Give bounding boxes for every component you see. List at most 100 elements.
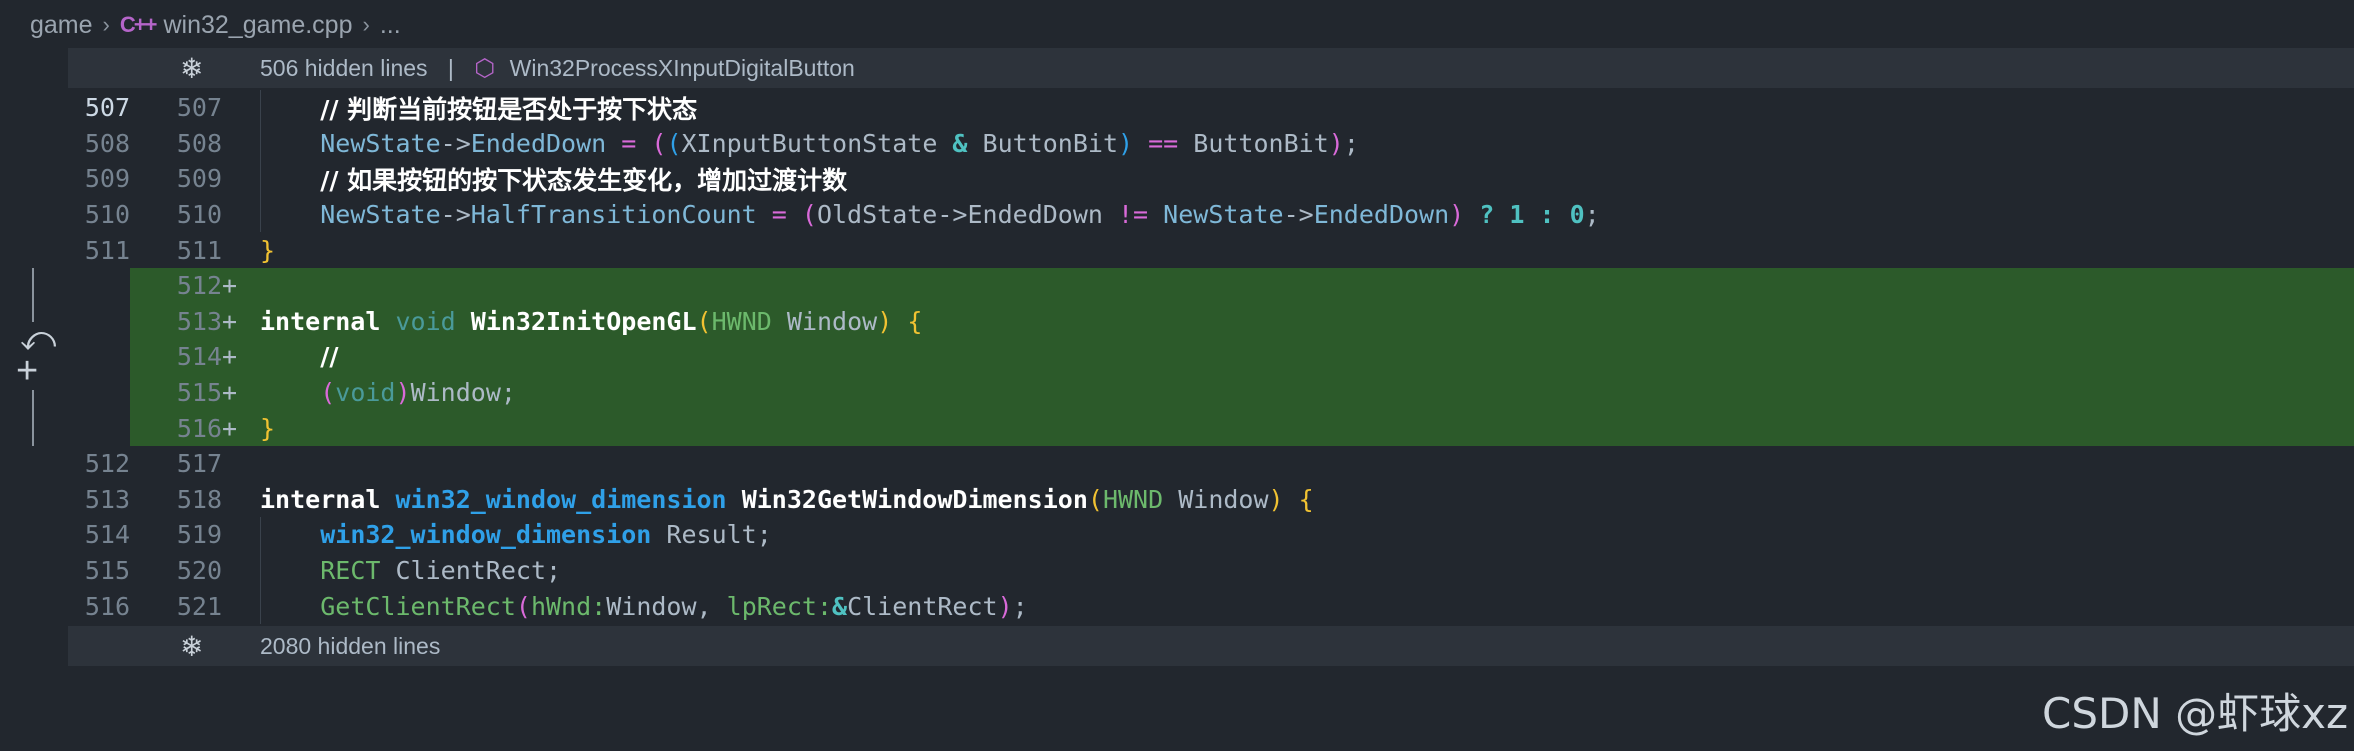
stage-change-plus-icon[interactable]: + (16, 352, 39, 390)
chevron-right-icon: › (362, 12, 370, 37)
code-line[interactable]: 514 519 win32_window_dimension Result; (68, 517, 2354, 553)
identifier: ButtonBit (1193, 128, 1329, 158)
added-code-line[interactable]: 515 + (void)Window; (68, 374, 2354, 411)
old-line-number: 515 (84, 556, 130, 586)
operator: == (1133, 128, 1194, 158)
old-line-number: 512 (84, 449, 130, 479)
operator: != (1102, 200, 1164, 230)
paren: ) (1328, 128, 1344, 158)
code-line[interactable]: 516 521 GetClientRect(hWnd:Window, lpRec… (68, 588, 2354, 624)
code-line[interactable]: 513 518 internal win32_window_dimension … (68, 482, 2354, 518)
code-line[interactable]: 512 517 (68, 446, 2354, 482)
type: win32_window_dimension (320, 520, 652, 550)
added-code-line[interactable]: 514 + // (68, 339, 2354, 375)
comment: // (320, 342, 339, 372)
cpp-file-icon: C++ (119, 12, 158, 37)
identifier: XInputButtonState (681, 128, 938, 158)
old-line-number: 511 (84, 235, 130, 265)
operator: -> (440, 200, 471, 230)
keyword: internal (260, 306, 381, 336)
diff-marker: + (222, 342, 238, 372)
type: win32_window_dimension (395, 484, 727, 514)
inlay-hint: hWnd: (530, 591, 607, 621)
old-line-number (68, 339, 130, 375)
paren: ( (320, 378, 336, 408)
code-line[interactable]: 515 520 RECT ClientRect; (68, 552, 2354, 589)
identifier: NewState (320, 200, 441, 230)
type: HWND (711, 306, 772, 336)
hidden-lines-count: 506 hidden lines (260, 54, 428, 81)
chevron-right-icon: › (102, 12, 110, 37)
paren: ) (997, 591, 1013, 621)
paren: ( (666, 128, 682, 158)
punct: ; (1584, 200, 1600, 230)
inlay-hint: lpRect: (726, 591, 832, 621)
brace: { (907, 306, 923, 336)
added-code-line[interactable]: 512 + (68, 268, 2354, 304)
folded-region-top[interactable]: ❄ 506 hidden lines | ⬡ Win32ProcessXInpu… (68, 48, 2354, 88)
paren: ) (1268, 484, 1284, 514)
new-line-number: 515 (176, 378, 222, 408)
operator: -> (440, 128, 471, 158)
identifier: EndedDown (1313, 200, 1450, 230)
unfold-icon[interactable]: ❄ (180, 52, 203, 85)
code-line[interactable]: 510 510 NewState->HalfTransitionCount = … (68, 196, 2354, 233)
old-line-number (68, 268, 130, 304)
paren: ( (1087, 484, 1103, 514)
number: 1 (1509, 200, 1525, 230)
diff-marker: + (222, 306, 238, 336)
old-line-number: 509 (84, 164, 130, 194)
unfold-icon[interactable]: ❄ (180, 630, 203, 663)
function-name: Win32GetWindowDimension (741, 484, 1088, 514)
new-line-number: 516 (176, 413, 222, 443)
watermark: CSDN @虾球xz (2042, 689, 2348, 738)
type: RECT (320, 556, 381, 586)
old-line-number: 514 (84, 520, 130, 550)
code-line[interactable]: 508 508 NewState->EndedDown = ((XInputBu… (68, 125, 2354, 162)
old-line-number (68, 410, 130, 446)
punct: ; (1343, 128, 1359, 158)
new-line-number: 509 (176, 164, 222, 194)
old-line-number: 516 (84, 591, 130, 621)
new-line-number: 518 (176, 484, 222, 514)
added-code-line[interactable]: 516 + } (68, 410, 2354, 446)
paren: ( (696, 306, 712, 336)
comment: // 如果按钮的按下状态发生变化，增加过渡计数 (320, 165, 848, 195)
operator: ? (1464, 200, 1510, 230)
breadcrumb-file[interactable]: win32_game.cpp (163, 11, 352, 40)
code-line[interactable]: 507 507 // 判断当前按钮是否处于按下状态 (68, 90, 2354, 126)
breadcrumb-more[interactable]: ... (380, 11, 401, 40)
identifier: Result; (666, 520, 772, 550)
old-line-number: 507 (84, 93, 130, 123)
method-cube-icon: ⬡ (474, 54, 496, 82)
new-line-number: 514 (176, 342, 222, 372)
added-code-line[interactable]: 513 + internal void Win32InitOpenGL(HWND… (68, 303, 2354, 340)
identifier: Window (1178, 484, 1269, 514)
identifier: Window, (606, 591, 712, 621)
operator: : (1524, 200, 1570, 230)
breadcrumb-folder[interactable]: game (30, 11, 93, 40)
folded-region-bottom[interactable]: ❄ 2080 hidden lines (68, 626, 2354, 666)
paren: ) (395, 378, 411, 408)
new-line-number: 508 (176, 128, 222, 158)
code-line[interactable]: 511 511 } (68, 232, 2354, 268)
new-line-number: 513 (176, 306, 222, 336)
diff-margin (0, 50, 68, 751)
old-line-number (68, 303, 130, 340)
code-line[interactable]: 509 509 // 如果按钮的按下状态发生变化，增加过渡计数 (68, 161, 2354, 197)
new-line-number: 519 (176, 520, 222, 550)
new-line-number: 510 (176, 200, 222, 230)
identifier: Window; (410, 378, 516, 408)
brace: { (1298, 484, 1314, 514)
paren: ( (801, 200, 817, 230)
function-name: Win32InitOpenGL (470, 306, 697, 336)
identifier: NewState (1163, 200, 1284, 230)
identifier: ButtonBit (982, 128, 1118, 158)
paren: ) (1118, 128, 1134, 158)
operator: = (606, 128, 652, 158)
new-line-number: 507 (176, 93, 222, 123)
operator: = (756, 200, 802, 230)
paren: ( (651, 128, 667, 158)
old-line-number: 513 (84, 484, 130, 514)
old-line-number (68, 374, 130, 411)
